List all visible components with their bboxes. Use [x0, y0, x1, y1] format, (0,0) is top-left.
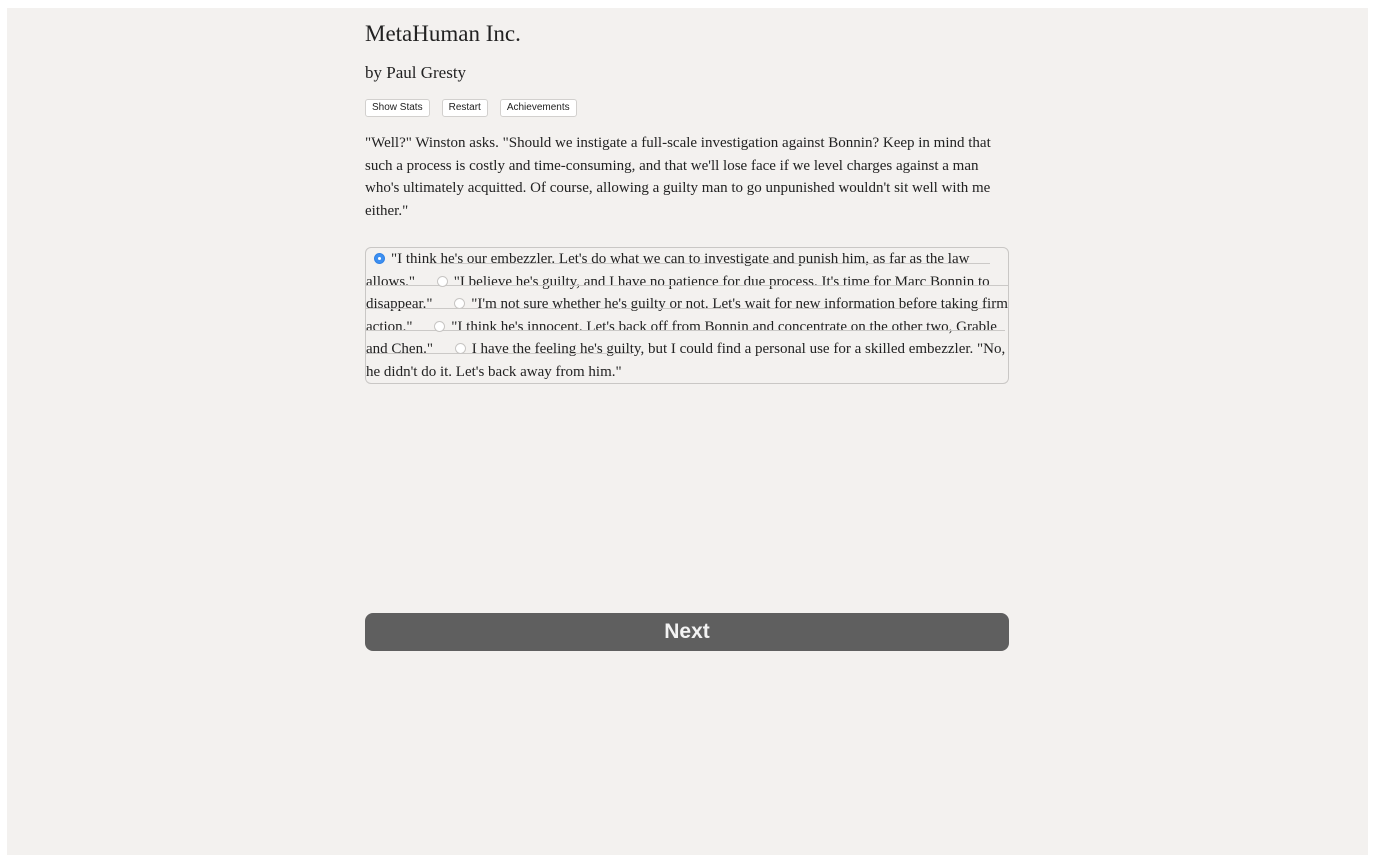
game-title: MetaHuman Inc.: [365, 21, 521, 46]
narrative-text: "Well?" Winston asks. "Should we instiga…: [365, 135, 991, 219]
game-window: MetaHuman Inc. by Paul Gresty Show Stats…: [7, 8, 1368, 855]
show-stats-button[interactable]: Show Stats: [365, 99, 430, 117]
restart-button[interactable]: Restart: [441, 99, 488, 117]
radio-icon[interactable]: [434, 320, 446, 332]
choice-option-5[interactable]: I have the feeling he's guilty, but I co…: [366, 330, 1006, 380]
radio-icon[interactable]: [374, 253, 385, 264]
choice-list: "I think he's our embezzler. Let's do wh…: [365, 247, 1009, 384]
achievements-button[interactable]: Achievements: [499, 99, 577, 117]
radio-icon[interactable]: [454, 343, 466, 354]
next-button[interactable]: Next: [365, 613, 1009, 651]
toolbar: Show Stats Restart Achievements: [365, 99, 577, 117]
author-byline: by Paul Gresty: [365, 63, 467, 82]
